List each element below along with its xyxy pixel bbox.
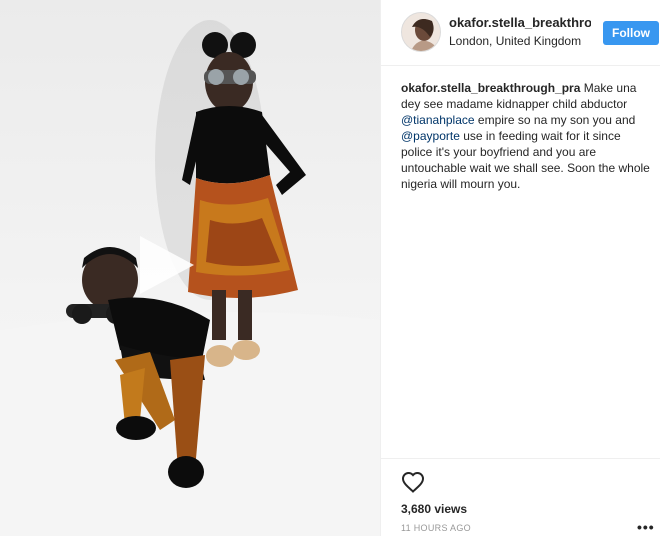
post-media[interactable] (0, 0, 380, 536)
caption-username[interactable]: okafor.stella_breakthrough_pra (401, 81, 580, 95)
post-caption: okafor.stella_breakthrough_pra Make una … (401, 80, 653, 192)
mention-tianahplace[interactable]: @tianahplace (401, 113, 475, 127)
post-header: okafor.stella_breakthrough London, Unite… (381, 0, 660, 66)
avatar[interactable] (401, 12, 441, 52)
post-location[interactable]: London, United Kingdom (449, 34, 581, 48)
view-count[interactable]: 3,680 views (401, 502, 467, 516)
post-sidebar: okafor.stella_breakthrough London, Unite… (380, 0, 660, 536)
play-button[interactable] (136, 232, 198, 298)
more-options-icon[interactable]: ••• (637, 519, 655, 535)
post-actions: 3,680 views 11 HOURS AGO ••• (381, 458, 660, 536)
follow-button[interactable]: Follow (603, 21, 659, 45)
caption-text-2: empire so na my son you and (474, 113, 636, 127)
avatar-image (402, 13, 440, 51)
mention-payporte[interactable]: @payporte (401, 129, 460, 143)
heart-icon[interactable] (401, 471, 425, 493)
post-username[interactable]: okafor.stella_breakthrough (449, 15, 591, 30)
play-icon (140, 236, 194, 294)
post-timestamp[interactable]: 11 HOURS AGO (401, 523, 471, 533)
